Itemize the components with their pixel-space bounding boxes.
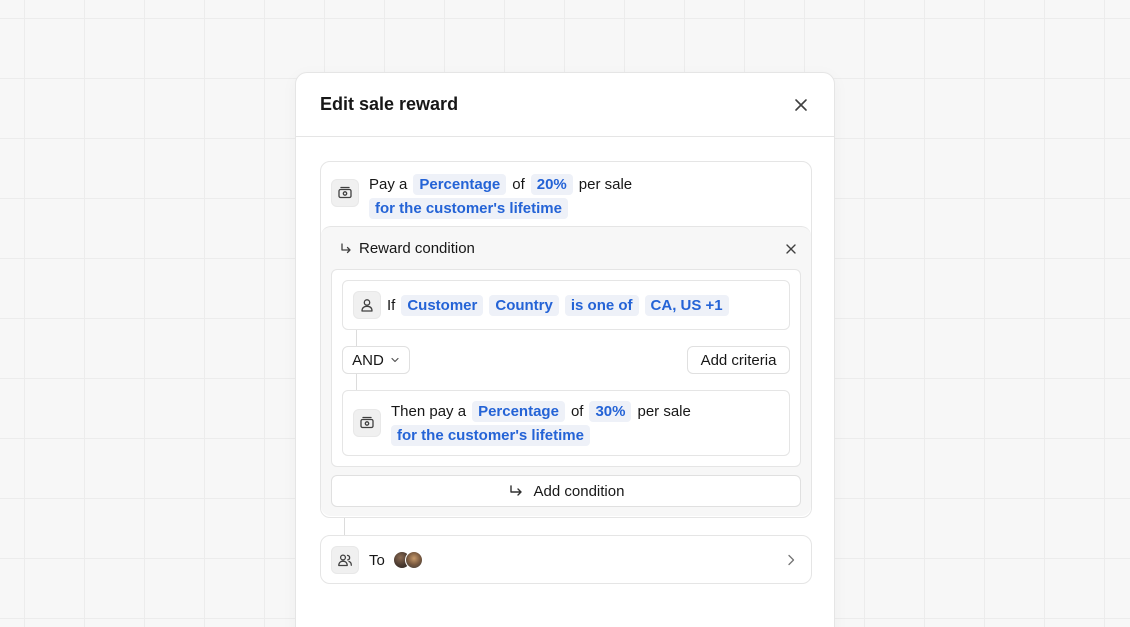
then-suffix: per sale	[637, 403, 691, 420]
logic-operator-dropdown[interactable]: AND	[342, 346, 410, 374]
corner-down-right-icon	[341, 242, 351, 253]
then-prefix: Then pay a	[391, 403, 467, 420]
recipients-chevron[interactable]	[785, 553, 797, 572]
criteria-operator-pill[interactable]: is one of	[564, 295, 639, 316]
add-criteria-label: Add criteria	[700, 351, 777, 369]
recipients-icon-box	[331, 546, 359, 574]
condition-box: If Customer Country is one of CA, US +1 …	[331, 269, 801, 467]
add-condition-button[interactable]: Add condition	[331, 475, 801, 507]
reward-duration-pill[interactable]: for the customer's lifetime	[369, 198, 568, 219]
avatar	[404, 551, 423, 569]
reward-prefix: Pay a	[369, 176, 408, 193]
reward-suffix: per sale	[578, 176, 633, 193]
then-reward-card[interactable]: Then pay a Percentage of 30% per sale fo…	[342, 390, 790, 456]
close-icon	[786, 244, 796, 254]
criteria-attribute-pill[interactable]: Country	[489, 295, 559, 316]
criteria-icon-box	[353, 291, 381, 319]
add-condition-label: Add condition	[533, 482, 625, 500]
reward-icon-box	[331, 179, 359, 207]
reward-condition-panel: Reward condition If Customer Country is …	[321, 226, 811, 516]
criteria-card[interactable]: If Customer Country is one of CA, US +1	[342, 280, 790, 330]
condition-header-label: Reward condition	[359, 240, 475, 257]
then-reward-sentence: Then pay a Percentage of 30% per sale fo…	[391, 401, 691, 446]
money-icon	[338, 186, 352, 199]
modal-header: Edit sale reward	[296, 73, 834, 137]
reward-of-text: of	[512, 176, 525, 193]
then-type-pill[interactable]: Percentage	[472, 401, 565, 422]
then-reward-icon-box	[353, 409, 381, 437]
logic-operator-label: AND	[352, 351, 384, 369]
close-modal-button[interactable]	[789, 93, 813, 117]
chevron-down-icon	[391, 357, 399, 363]
remove-condition-button[interactable]	[783, 241, 799, 257]
card-connector-line	[344, 518, 345, 535]
add-criteria-button[interactable]: Add criteria	[687, 346, 790, 374]
reward-card[interactable]: Pay a Percentage of 20% per sale for the…	[320, 161, 812, 518]
edit-sale-reward-modal: Edit sale reward Pay a Percentage of 20%…	[295, 72, 835, 627]
then-of-text: of	[570, 403, 584, 420]
corner-down-right-icon	[509, 485, 522, 496]
recipients-avatars	[392, 551, 423, 569]
criteria-if-text: If	[387, 297, 396, 314]
money-icon	[360, 416, 374, 429]
condition-header: Reward condition	[339, 240, 475, 257]
then-amount-pill[interactable]: 30%	[589, 401, 632, 422]
close-icon	[795, 98, 807, 111]
then-duration-pill[interactable]: for the customer's lifetime	[391, 425, 590, 446]
reward-sentence: Pay a Percentage of 20% per sale for the…	[369, 174, 632, 219]
recipients-row: To	[369, 551, 423, 569]
criteria-entity-pill[interactable]: Customer	[401, 295, 484, 316]
recipients-card[interactable]: To	[320, 535, 812, 584]
users-icon	[338, 554, 352, 567]
criteria-values-pill[interactable]: CA, US +1	[644, 295, 729, 316]
user-icon	[361, 299, 373, 312]
reward-amount-pill[interactable]: 20%	[530, 174, 573, 195]
chevron-right-icon	[788, 554, 795, 566]
recipients-label: To	[369, 551, 385, 569]
reward-type-pill[interactable]: Percentage	[413, 174, 507, 195]
criteria-sentence: If Customer Country is one of CA, US +1	[387, 295, 729, 316]
modal-title: Edit sale reward	[320, 94, 459, 114]
